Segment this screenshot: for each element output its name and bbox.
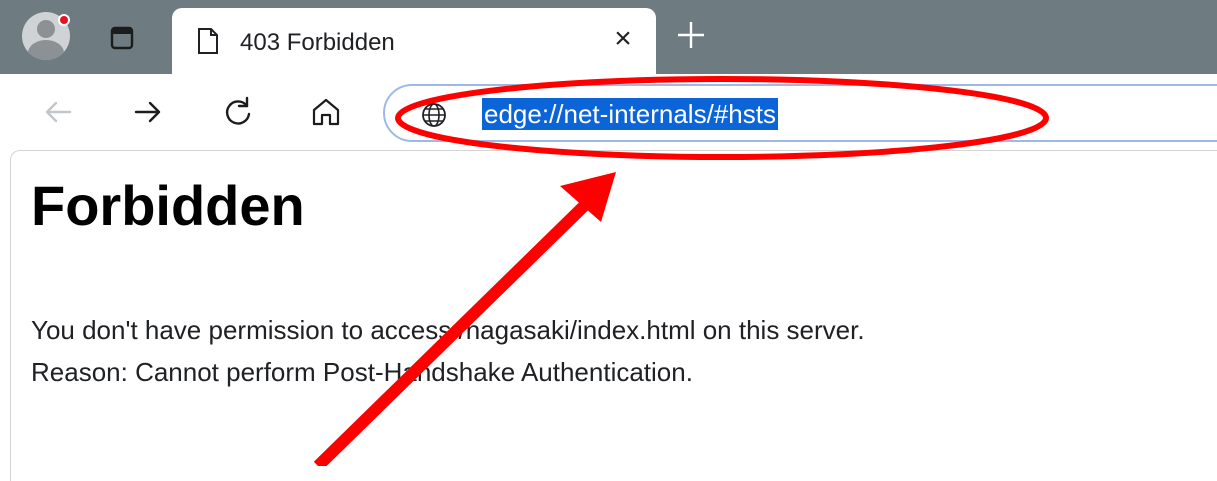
page-icon [198,28,218,54]
page-content: Forbidden You don't have permission to a… [10,150,1217,481]
avatar-head-shape [37,20,55,38]
browser-toolbar: edge://net-internals/#hsts [0,74,1217,154]
tab-strip: 403 Forbidden × [0,0,1217,74]
back-arrow-icon[interactable] [40,94,76,130]
avatar-body-shape [28,40,64,60]
tab-actions-icon[interactable] [110,26,134,50]
tab-403-forbidden[interactable]: 403 Forbidden × [172,8,656,74]
forward-arrow-icon[interactable] [130,94,166,130]
error-message-line-2: Reason: Cannot perform Post-Handshake Au… [31,357,693,387]
page-title: Forbidden [31,174,305,237]
close-tab-icon[interactable]: × [610,24,636,54]
globe-icon[interactable] [421,102,447,128]
error-message-line-1: You don't have permission to access /nag… [31,315,865,345]
plus-icon[interactable] [674,18,708,52]
home-icon[interactable] [308,94,344,130]
profile-notification-dot [58,14,70,26]
error-message: You don't have permission to access /nag… [31,309,865,393]
refresh-icon[interactable] [220,94,256,130]
address-bar[interactable]: edge://net-internals/#hsts [383,84,1217,142]
url-text-selected[interactable]: edge://net-internals/#hsts [482,98,778,130]
tab-title: 403 Forbidden [240,29,395,56]
